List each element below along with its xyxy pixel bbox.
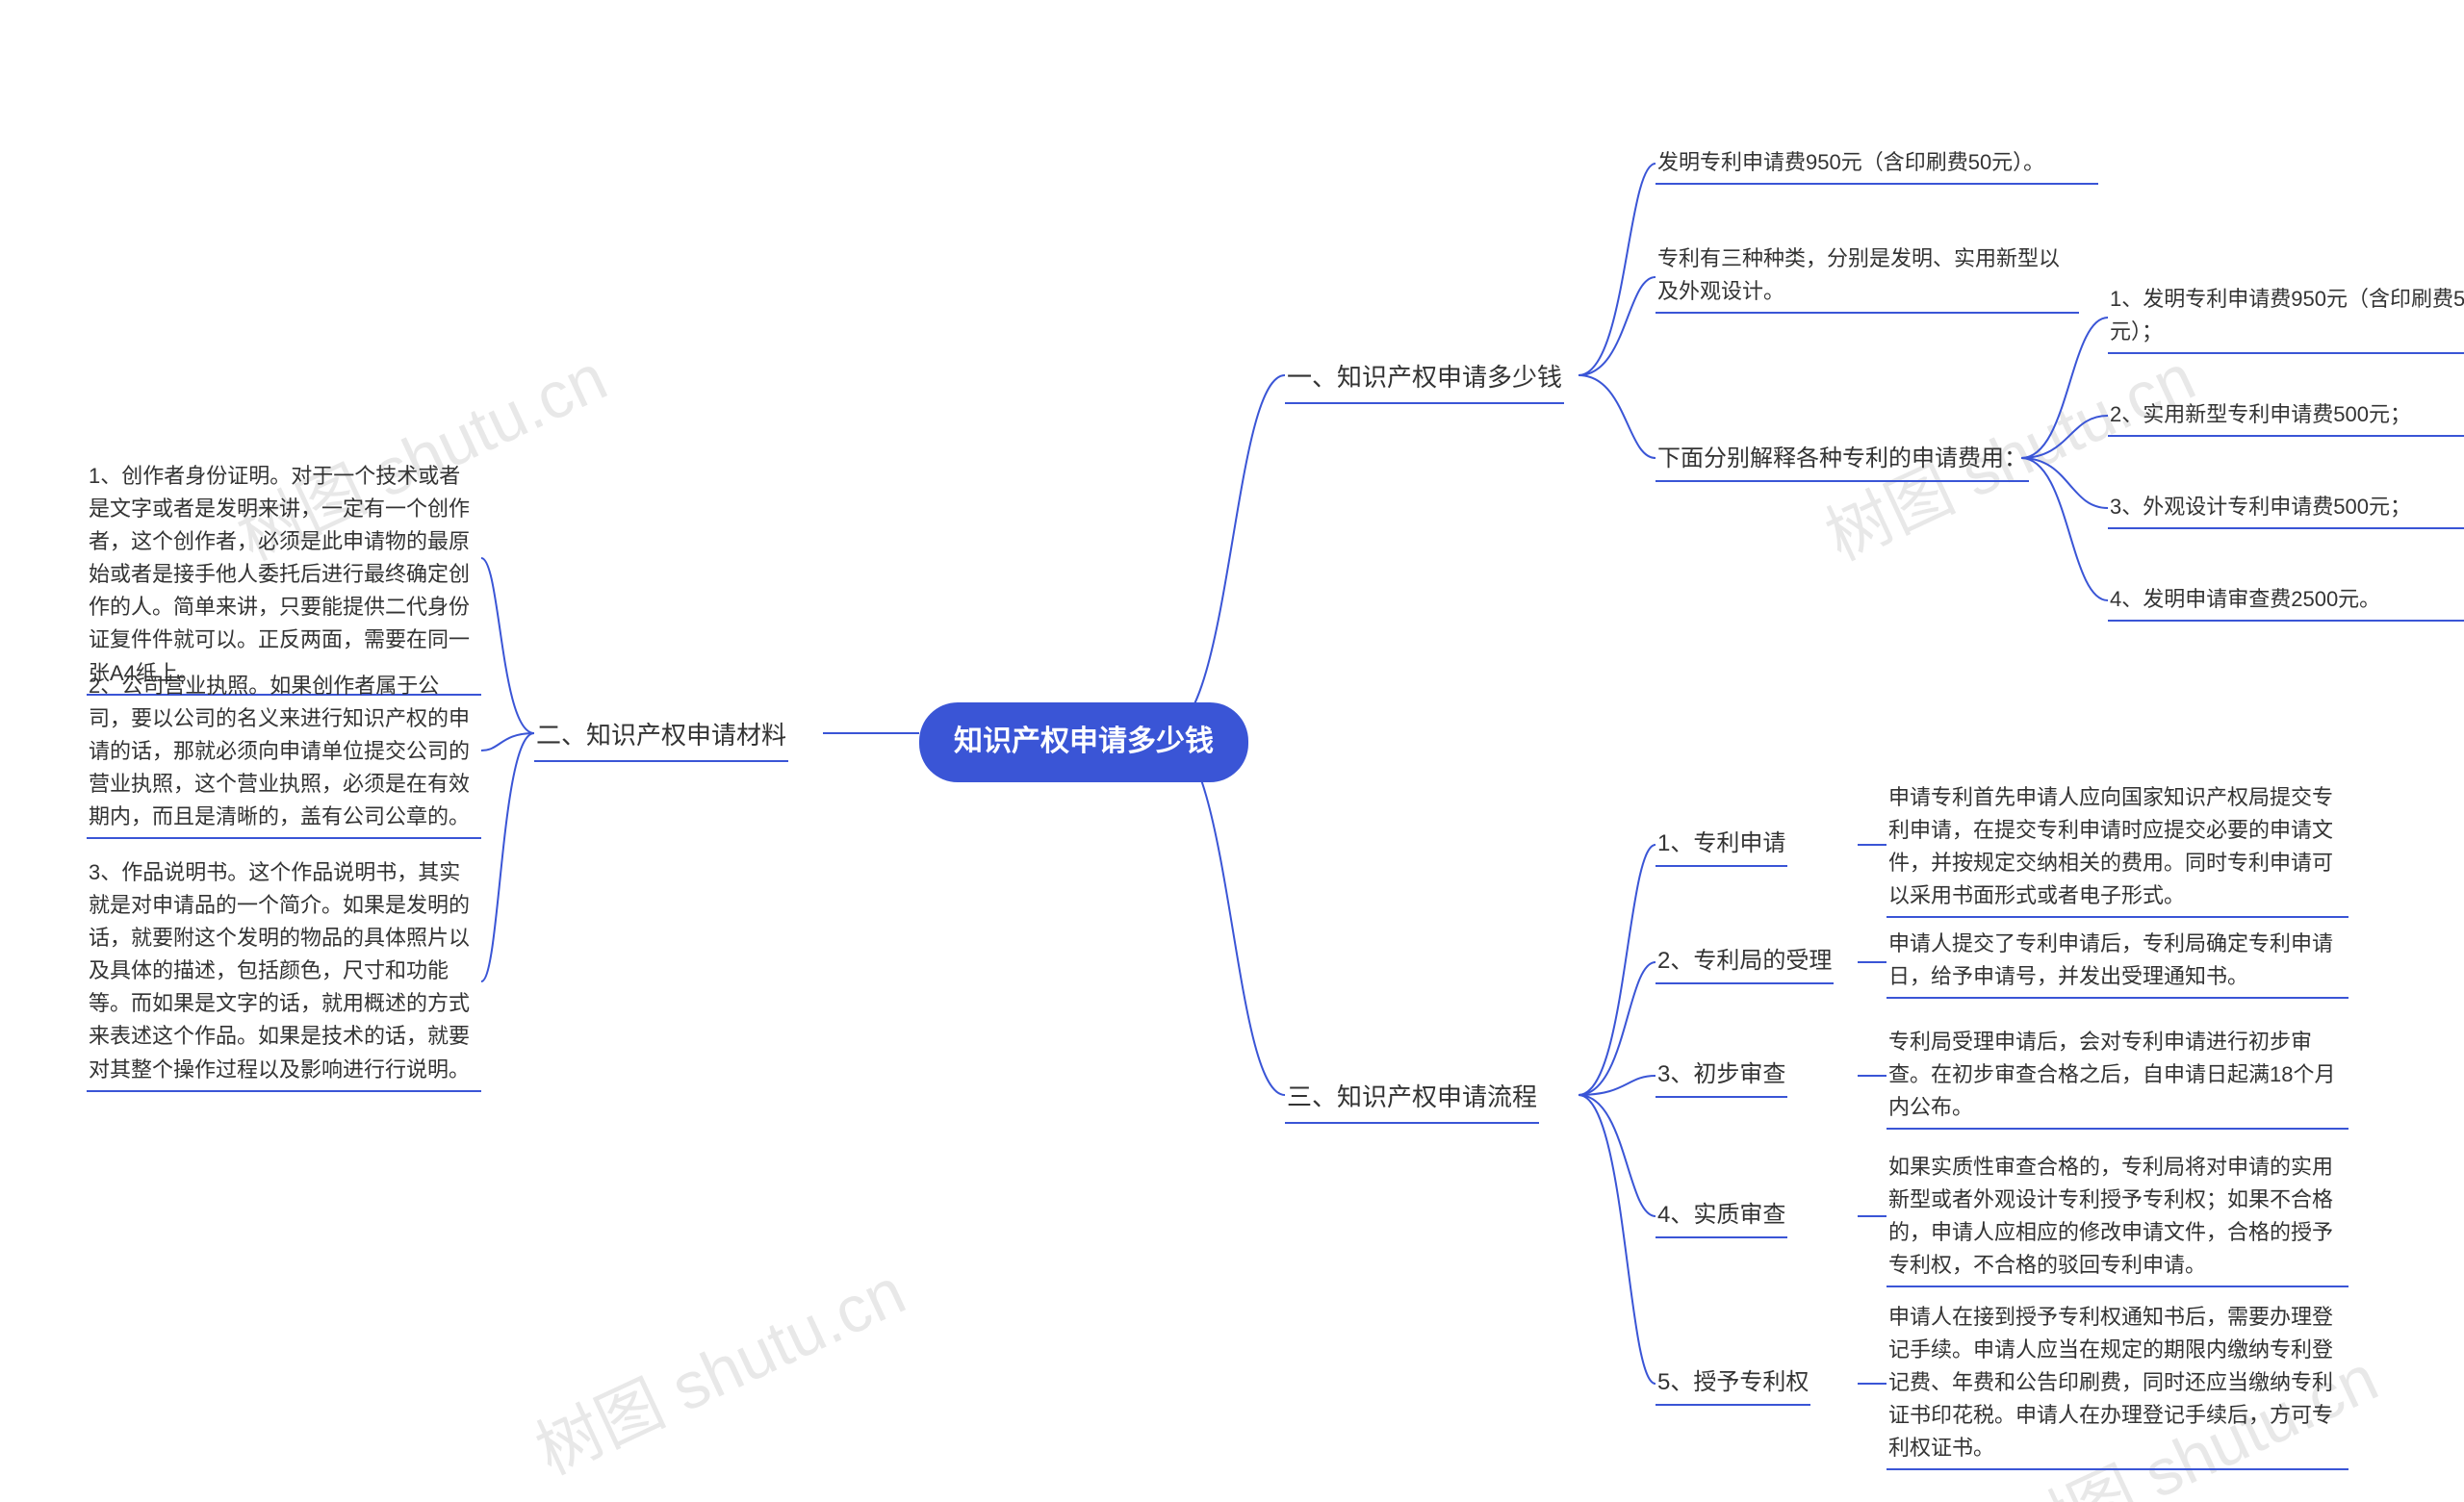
branch-3-leaf-4[interactable]: 如果实质性审查合格的，专利局将对申请的实用新型或者外观设计专利授予专利权；如果不… — [1886, 1147, 2348, 1287]
branch-3-child-3[interactable]: 3、初步审查 — [1656, 1053, 1787, 1098]
branch-1[interactable]: 一、知识产权申请多少钱 — [1285, 352, 1564, 404]
branch-1-child-3[interactable]: 下面分别解释各种专利的申请费用： — [1656, 437, 2029, 482]
watermark: 树图 shutu.cn — [518, 1239, 917, 1493]
branch-1-leaf-3[interactable]: 3、外观设计专利申请费500元； — [2108, 487, 2464, 529]
branch-2-child-1[interactable]: 1、创作者身份证明。对于一个技术或者是文字或者是发明来讲，一定有一个创作者，这个… — [87, 456, 481, 696]
root-node[interactable]: 知识产权申请多少钱 — [919, 702, 1248, 782]
branch-1-child-1[interactable]: 发明专利申请费950元（含印刷费50元）。 — [1656, 142, 2098, 185]
branch-1-leaf-1[interactable]: 1、发明专利申请费950元（含印刷费50元）； — [2108, 279, 2464, 354]
branch-3-child-4[interactable]: 4、实质审查 — [1656, 1193, 1787, 1238]
branch-3-child-1[interactable]: 1、专利申请 — [1656, 822, 1787, 867]
branch-3-leaf-3[interactable]: 专利局受理申请后，会对专利申请进行初步审查。在初步审查合格之后，自申请日起满18… — [1886, 1022, 2348, 1130]
branch-2-child-3[interactable]: 3、作品说明书。这个作品说明书，其实就是对申请品的一个简介。如果是发明的话，就要… — [87, 853, 481, 1092]
branch-2[interactable]: 二、知识产权申请材料 — [534, 710, 788, 762]
mindmap-canvas[interactable]: 树图 shutu.cn 树图 shutu.cn 树图 shutu.cn 树图 s… — [0, 0, 2464, 1502]
branch-3[interactable]: 三、知识产权申请流程 — [1285, 1072, 1539, 1124]
branch-1-child-2[interactable]: 专利有三种种类，分别是发明、实用新型以及外观设计。 — [1656, 239, 2079, 314]
branch-1-leaf-4[interactable]: 4、发明申请审查费2500元。 — [2108, 579, 2464, 622]
branch-1-leaf-2[interactable]: 2、实用新型专利申请费500元； — [2108, 395, 2464, 437]
branch-3-child-5[interactable]: 5、授予专利权 — [1656, 1361, 1810, 1406]
branch-3-leaf-5[interactable]: 申请人在接到授予专利权通知书后，需要办理登记手续。申请人应当在规定的期限内缴纳专… — [1886, 1297, 2348, 1470]
branch-2-child-2[interactable]: 2、公司营业执照。如果创作者属于公司，要以公司的名义来进行知识产权的申请的话，那… — [87, 666, 481, 839]
branch-3-leaf-1[interactable]: 申请专利首先申请人应向国家知识产权局提交专利申请，在提交专利申请时应提交必要的申… — [1886, 777, 2348, 918]
branch-3-child-2[interactable]: 2、专利局的受理 — [1656, 939, 1834, 984]
branch-3-leaf-2[interactable]: 申请人提交了专利申请后，专利局确定专利申请日，给予申请号，并发出受理通知书。 — [1886, 924, 2348, 999]
